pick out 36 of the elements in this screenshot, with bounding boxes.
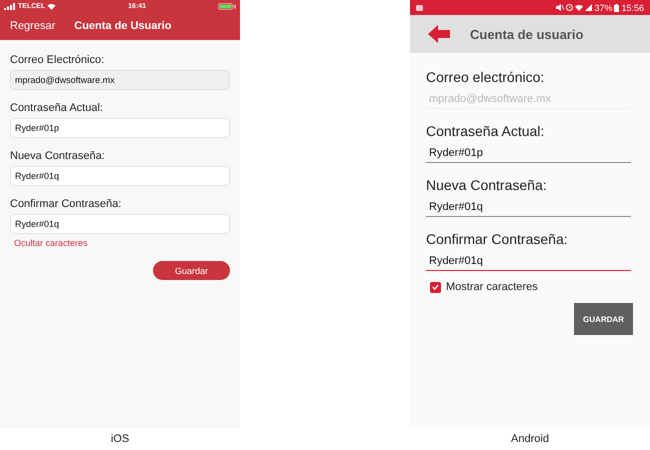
signal-icon	[585, 4, 592, 11]
field-label: Contraseña Actual:	[10, 102, 104, 114]
wifi-icon	[47, 2, 56, 10]
field-label: Correo electrónico:	[426, 69, 546, 85]
toggle-link[interactable]: Ocultar caracteres	[14, 238, 88, 248]
back-arrow-icon[interactable]	[428, 25, 450, 43]
screen-title: Cuenta de Usuario	[74, 20, 172, 32]
notification-icon	[416, 4, 423, 10]
input-field[interactable]: Ryder#01p	[426, 143, 631, 163]
status-time: 15:56	[621, 2, 644, 12]
field-label: Nueva Contraseña:	[426, 177, 548, 193]
screen-title: Cuenta de usuario	[470, 26, 584, 42]
signal-icon	[4, 2, 16, 10]
input-field[interactable]: Ryder#01p	[10, 118, 230, 138]
battery-icon	[218, 2, 236, 10]
input-field[interactable]: Ryder#01q	[10, 166, 230, 186]
field-label: Correo Electrónico:	[10, 54, 106, 66]
field-label: Confirmar Contraseña:	[10, 198, 122, 210]
save-button[interactable]: GUARDAR	[574, 303, 633, 335]
input-field[interactable]: Ryder#01q	[426, 251, 631, 271]
checkbox[interactable]	[430, 282, 441, 292]
input-field[interactable]: Ryder#01q	[426, 197, 631, 217]
mute-icon	[556, 4, 564, 11]
battery-icon	[614, 4, 620, 12]
platform-caption: Android	[511, 433, 549, 445]
field-label: Contraseña Actual:	[426, 123, 546, 139]
save-button[interactable]: Guardar	[153, 261, 230, 280]
checkbox-label: Mostrar caracteres	[446, 281, 538, 293]
back-button[interactable]: Regresar	[10, 20, 56, 32]
input-field[interactable]: Ryder#01q	[10, 214, 230, 234]
field-label: Nueva Contraseña:	[10, 150, 106, 162]
field-label: Confirmar Contraseña:	[426, 231, 569, 247]
battery-percent: 37%	[594, 2, 612, 12]
wifi-icon	[575, 4, 584, 11]
platform-caption: iOS	[110, 433, 130, 445]
alarm-icon	[566, 4, 574, 11]
